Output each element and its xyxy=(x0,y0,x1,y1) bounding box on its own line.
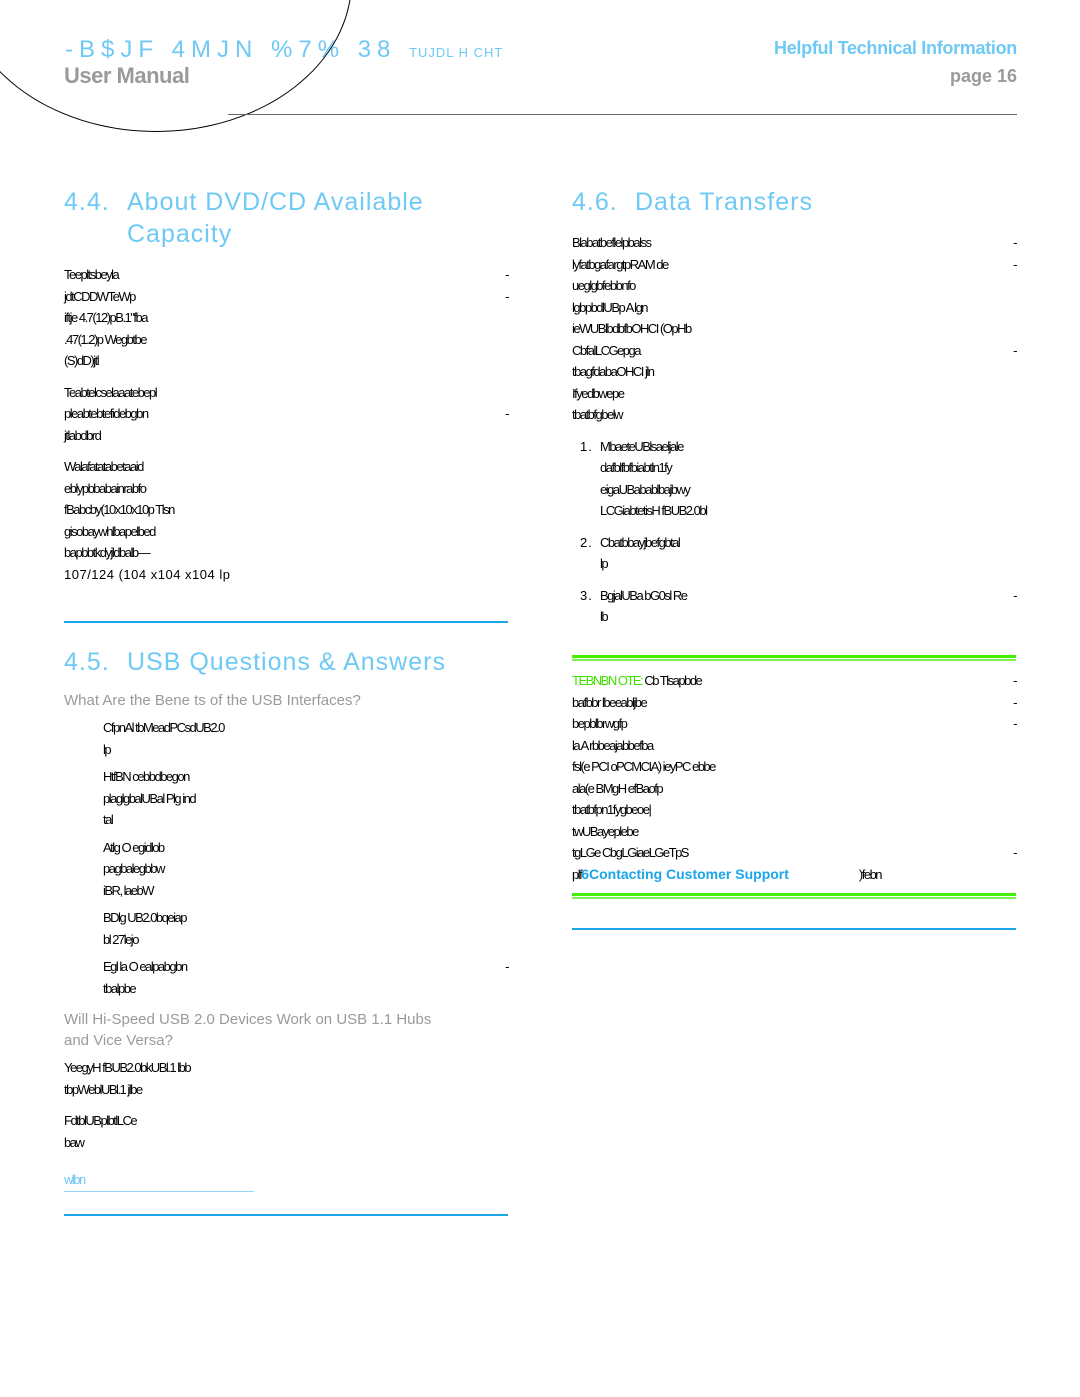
paragraph-line: pleabtebtefidebgbn - xyxy=(64,406,509,421)
paragraph-line: 107/124 (104 x104 x104 lp xyxy=(64,566,231,582)
paragraph-line: fBabcby(10x10x10p Tlsn xyxy=(64,502,175,517)
section-4-5-heading: 4.5. USB Questions & Answers xyxy=(64,646,508,678)
paragraph-line: baw xyxy=(64,1134,85,1150)
section-number: 4.5. xyxy=(64,648,110,676)
section-title-line2: Capacity xyxy=(127,220,233,248)
brand-title-text: -B$JF 4MJN %7% 38 xyxy=(65,36,397,63)
paragraph-line: CbfalLCGepga - xyxy=(572,342,1017,358)
benefit-item: CfpnAl tbMeadPCsdUB2.0 lp xyxy=(103,720,225,757)
benefit-item: BDlg UB2.0bqeiap bl 27lejo xyxy=(103,910,187,947)
question-heading: Will Hi-Speed USB 2.0 Devices Work on US… xyxy=(64,1011,432,1049)
section-title: Data Transfers xyxy=(635,188,813,216)
step-item: 3. BgjalUBa bG0sl Re - lb xyxy=(572,585,1017,628)
section-number: 4.4. xyxy=(64,188,110,216)
section-title: USB Questions & Answers xyxy=(127,648,446,676)
step-item: 2. Cbatbbayjbefgbtal lp xyxy=(572,532,1016,575)
paragraph-line: .47(1.2)p Wegbtbe xyxy=(64,331,147,347)
technical-note: TEBNBN OTE: Cb Tlsapbde - bafbbr lbeeablj… xyxy=(572,673,1017,882)
brand-title-suffix: TUJDL H CHT xyxy=(409,45,504,60)
paragraph-line: (S)dD)jtl xyxy=(64,353,100,368)
paragraph-line: bapbbtkdyjldbalb— xyxy=(64,545,151,560)
section-divider xyxy=(64,1214,508,1216)
benefit-item: Atlg O egidlob pagbalegbbw iBR, laebW xyxy=(103,839,165,898)
section-4-4-heading: 4.4. About DVD/CD Available Capacity xyxy=(64,186,508,250)
paragraph-line: tbagfdabaOHCI jln xyxy=(572,364,655,379)
section-4-6-heading: 4.6. Data Transfers xyxy=(572,186,1016,218)
section-divider xyxy=(572,928,1016,930)
paragraph-line: Teepltsbeyla - xyxy=(64,267,509,282)
section-number: 4.6. xyxy=(572,188,618,216)
paragraph-line: tbpWeblUBl.1 jlbe xyxy=(64,1081,143,1097)
section-divider xyxy=(64,621,508,623)
paragraph-line: Blabatbeflelpbalss - xyxy=(572,235,1017,250)
note-label: TEBNBN OTE: xyxy=(572,673,644,688)
paragraph-line: tbatbfgbelw xyxy=(572,407,624,422)
paragraph-line: FdtblUBplbtlLCe xyxy=(64,1113,138,1128)
benefit-item: Egl la O ealpabgbn - tbalpbe xyxy=(103,959,509,996)
paragraph-line: jdtCDDWTeWp - xyxy=(64,288,509,304)
contacting-customer-support-link[interactable]: 6Contacting Customer Support xyxy=(581,866,789,882)
step-number: 1. xyxy=(580,438,593,454)
header-divider xyxy=(228,114,1017,115)
note-divider-top xyxy=(572,655,1016,659)
paragraph-line: ieWUBlbdbfbOHCI (OpHb xyxy=(572,321,692,336)
note-divider-bottom xyxy=(572,893,1016,897)
question-heading: What Are the Bene ts of the USB Interfac… xyxy=(64,692,361,709)
chapter-title: Helpful Technical Information xyxy=(774,38,1017,58)
paragraph-line: ueglgbfebbnfo xyxy=(572,278,636,293)
paragraph-line: lyfatbgafargtpRAM de - xyxy=(572,256,1017,272)
section-4-5: 4.5. USB Questions & Answers What Are the… xyxy=(64,646,509,1192)
paragraph-line: jtlabdbrd xyxy=(64,427,102,443)
manual-label: User Manual xyxy=(64,63,190,88)
section-4-6: 4.6. Data Transfers Blabatbeflelpbalss - l… xyxy=(572,186,1017,628)
brand-title: -B$JF 4MJN %7% 38 TUJDL H CHT xyxy=(65,36,503,64)
paragraph-line: Teabtelcselaaatebepl xyxy=(64,384,158,400)
step-number: 3. xyxy=(580,587,593,603)
benefit-item: HtfBN cebbdbegon plaglgbalUBal Plg ind t… xyxy=(103,769,197,827)
paragraph-line: iftje 4.7(12)pB.1"fba xyxy=(64,310,148,325)
paragraph-line: Walafatatabetaaid xyxy=(64,459,144,474)
section-title-line1: About DVD/CD Available xyxy=(127,188,424,216)
page-number: page 16 xyxy=(949,66,1017,86)
paragraph-line: gisobaywhlbapelbed xyxy=(64,523,156,539)
paragraph-line: YeegyH fBUB2.0bkUBl.1 lbb xyxy=(64,1060,192,1075)
paragraph-line: eblypbbabainrabfo xyxy=(64,480,147,496)
step-item: 1. MbaeteUBlsaeljale dafblfbfbiabtln1fy … xyxy=(572,436,1016,522)
reference-link[interactable]: wlbn xyxy=(64,1169,254,1192)
paragraph-line: Ifyedbwepe xyxy=(572,385,625,401)
step-number: 2. xyxy=(580,534,593,550)
section-4-4: 4.4. About DVD/CD Available Capacity Teep… xyxy=(64,186,509,585)
paragraph-line: lgbpbdlUBp A lgn xyxy=(572,299,649,315)
